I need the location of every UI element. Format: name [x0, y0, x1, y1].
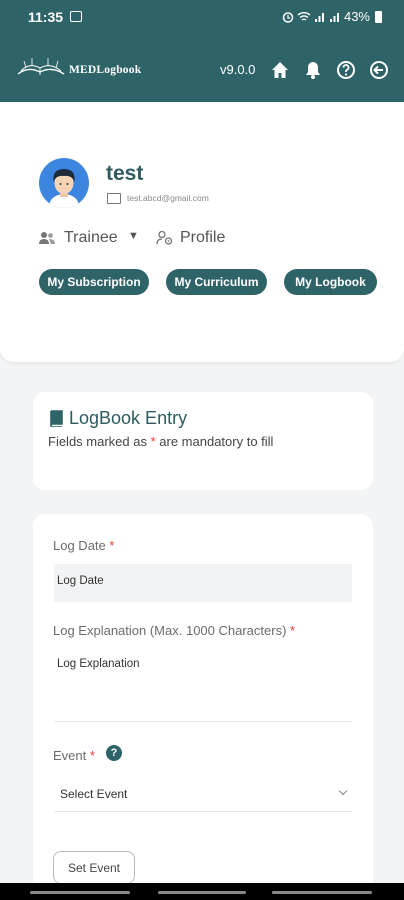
log-date-label: Log Date * — [53, 538, 114, 553]
bell-icon[interactable] — [303, 60, 323, 80]
mandatory-note: Fields marked as * are mandatory to fill — [48, 434, 273, 449]
my-subscription-button[interactable]: My Subscription — [39, 269, 149, 295]
log-date-input[interactable]: Log Date — [54, 564, 352, 602]
app-logo[interactable]: MEDLogbook — [16, 56, 141, 76]
help-icon[interactable] — [336, 60, 356, 80]
signal-icon — [329, 12, 339, 22]
log-explanation-label-text: Log Explanation (Max. 1000 Characters) — [53, 623, 287, 638]
nav-back-handle[interactable] — [272, 891, 372, 894]
user-name: test — [106, 162, 144, 185]
alarm-icon — [282, 11, 294, 23]
chevron-down-icon — [338, 786, 348, 796]
signal-icon — [314, 12, 324, 22]
event-label-text: Event — [53, 748, 87, 763]
mandatory-note-prefix: Fields marked as — [48, 434, 151, 449]
profile-card: test test.abcd@gmail.com Trainee ▼ Profi… — [0, 102, 404, 362]
photo-icon — [70, 11, 82, 22]
logbook-form: Log Date * Log Date Log Explanation (Max… — [33, 514, 373, 894]
profile-gear-icon — [156, 230, 173, 245]
set-event-button[interactable]: Set Event — [53, 851, 135, 884]
battery-percent: 43% — [343, 9, 370, 24]
profile-link[interactable]: Profile — [180, 229, 225, 247]
required-mark: * — [109, 538, 115, 553]
required-mark: * — [89, 748, 95, 763]
event-help-icon[interactable]: ? — [106, 745, 122, 761]
logbook-entry-card: LogBook Entry Fields marked as * are man… — [33, 392, 373, 490]
system-nav-bar — [0, 883, 404, 900]
user-email: test.abcd@gmail.com — [127, 193, 209, 203]
caret-down-icon[interactable]: ▼ — [128, 230, 139, 242]
role-dropdown[interactable]: Trainee — [64, 229, 118, 247]
battery-icon — [375, 10, 382, 23]
book-icon — [50, 410, 63, 427]
status-icons: 43% — [282, 9, 382, 24]
mail-icon — [107, 193, 121, 204]
my-logbook-button[interactable]: My Logbook — [284, 269, 377, 295]
avatar-image — [49, 169, 79, 208]
required-mark: * — [290, 623, 296, 638]
app-version: v9.0.0 — [220, 62, 256, 77]
log-date-label-text: Log Date — [53, 538, 106, 553]
event-label: Event * — [53, 748, 95, 763]
nav-recent-handle[interactable] — [30, 891, 130, 894]
app-bar: MEDLogbook v9.0.0 — [0, 36, 404, 102]
wifi-icon — [297, 11, 311, 21]
home-icon[interactable] — [270, 60, 290, 80]
event-select-value: Select Event — [60, 787, 128, 801]
status-bar: 11:35 43% — [0, 0, 404, 36]
mandatory-note-suffix: are mandatory to fill — [155, 434, 274, 449]
event-select[interactable]: Select Event — [54, 779, 352, 812]
avatar[interactable] — [39, 158, 89, 208]
logout-icon[interactable] — [369, 60, 389, 80]
status-time: 11:35 — [28, 9, 64, 25]
logo-text: MEDLogbook — [69, 64, 142, 76]
my-curriculum-button[interactable]: My Curriculum — [166, 269, 267, 295]
log-explanation-input[interactable]: Log Explanation — [54, 652, 352, 722]
book-logo-icon — [17, 58, 65, 75]
entry-title-text: LogBook Entry — [69, 408, 188, 428]
entry-title: LogBook Entry — [48, 408, 187, 429]
nav-home-handle[interactable] — [158, 891, 246, 894]
users-icon — [39, 232, 55, 244]
log-explanation-label: Log Explanation (Max. 1000 Characters) * — [53, 623, 295, 638]
